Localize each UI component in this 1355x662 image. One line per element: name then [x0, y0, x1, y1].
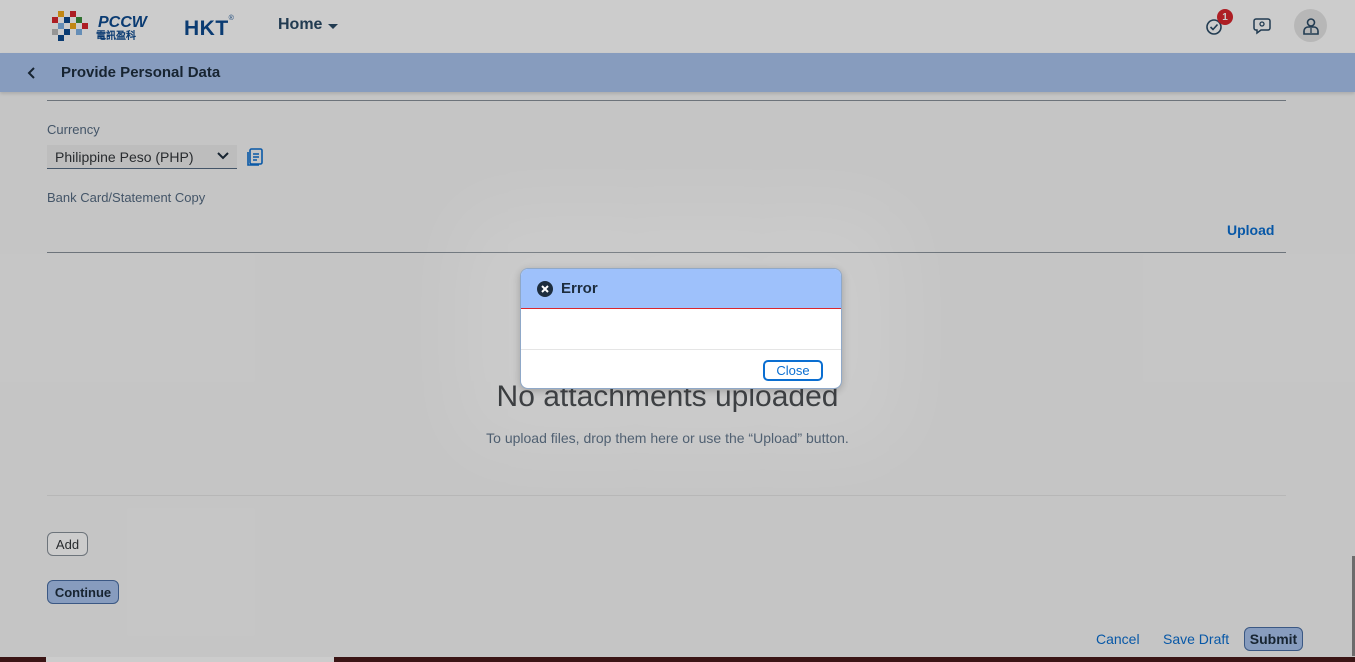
error-dialog-footer: Close — [521, 349, 841, 388]
error-dialog: Error Close — [520, 268, 842, 389]
error-dialog-header: Error — [521, 269, 841, 309]
error-dialog-title: Error — [561, 280, 598, 297]
close-button[interactable]: Close — [763, 360, 823, 381]
error-icon — [537, 280, 553, 297]
